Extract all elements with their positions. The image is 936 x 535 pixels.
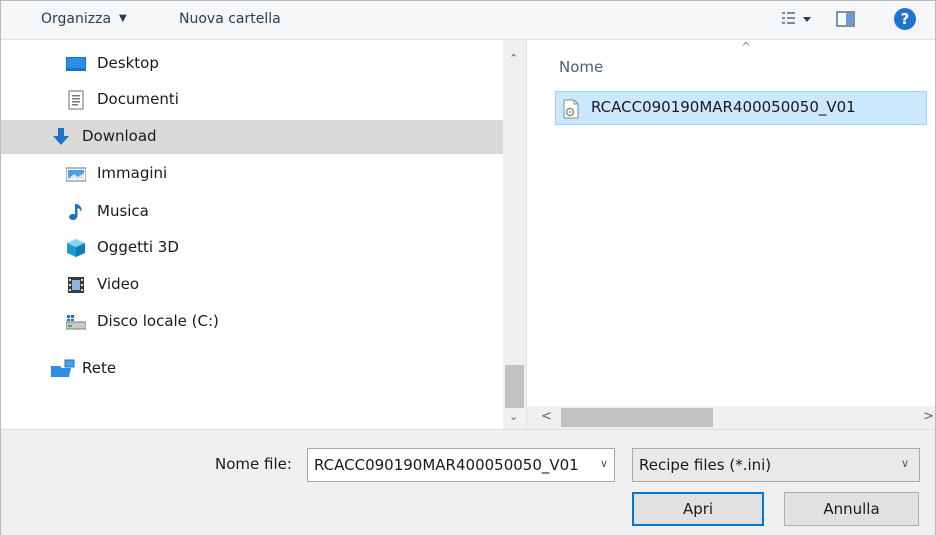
chevron-down-icon: ∨ (900, 457, 909, 470)
nav-item-label: Download (82, 127, 157, 145)
pictures-icon (66, 167, 86, 182)
desktop-icon (66, 57, 86, 71)
chevron-down-icon[interactable]: ∨ (600, 457, 608, 470)
cancel-button[interactable]: Annulla (784, 492, 919, 526)
local-disk-icon (66, 315, 86, 330)
nav-item-label: Disco locale (C:) (97, 312, 219, 330)
file-name: RCACC090190MAR400050050_V01 (591, 98, 856, 116)
nav-item-label: Oggetti 3D (97, 238, 179, 256)
nav-item-3d-objects[interactable]: Oggetti 3D (1, 231, 503, 265)
help-icon[interactable]: ? (894, 8, 916, 30)
column-header-name[interactable]: Nome (559, 58, 603, 76)
nav-item-label: Desktop (97, 54, 159, 72)
download-icon (53, 128, 69, 145)
scroll-right-icon[interactable]: > (923, 409, 934, 424)
nav-item-label: Rete (82, 359, 117, 377)
preview-pane-icon (836, 11, 855, 27)
scroll-left-icon[interactable]: < (541, 409, 552, 424)
file-list-item[interactable]: RCACC090190MAR400050050_V01 (555, 91, 927, 125)
organize-label: Organizza (41, 11, 112, 27)
navigation-pane: Desktop Documenti Download Immagini Musi… (1, 40, 526, 429)
file-type-value: Recipe files (*.ini) (639, 456, 772, 474)
view-options-icon (782, 12, 811, 24)
file-list-horizontal-scrollbar[interactable]: < > (527, 406, 935, 429)
nav-item-music[interactable]: Musica (1, 195, 503, 229)
change-view-button[interactable] (781, 10, 815, 30)
file-open-dialog: Organizza ▼ Nuova cartella ? Desktop Doc… (0, 0, 936, 535)
file-name-label: Nome file: (215, 455, 292, 473)
nav-item-label: Video (97, 275, 140, 293)
open-button[interactable]: Apri (632, 492, 764, 526)
nav-item-label: Musica (97, 202, 149, 220)
nav-item-network[interactable]: Rete (1, 352, 503, 386)
scroll-down-icon[interactable]: ⌄ (509, 410, 518, 423)
sort-ascending-icon: ^ (741, 40, 752, 54)
toolbar: Organizza ▼ Nuova cartella ? (1, 1, 935, 40)
organize-button[interactable]: Organizza ▼ (41, 11, 127, 27)
new-folder-button[interactable]: Nuova cartella (179, 11, 281, 27)
file-type-select[interactable]: Recipe files (*.ini) ∨ (632, 448, 920, 482)
nav-item-documents[interactable]: Documenti (1, 83, 503, 117)
nav-item-download[interactable]: Download (1, 120, 503, 154)
network-icon (51, 359, 75, 377)
video-icon (68, 277, 84, 293)
dialog-footer: Nome file: RCACC090190MAR400050050_V01 ∨… (1, 429, 935, 535)
navigation-scrollbar[interactable]: ⌃ ⌄ (503, 40, 526, 429)
preview-pane-button[interactable] (834, 9, 858, 31)
file-name-input[interactable]: RCACC090190MAR400050050_V01 ∨ (307, 448, 615, 482)
chevron-down-icon: ▼ (119, 13, 127, 24)
scrollbar-thumb[interactable] (561, 408, 713, 427)
documents-icon (68, 90, 84, 110)
file-name-value: RCACC090190MAR400050050_V01 (314, 456, 579, 474)
file-list-pane: ^ Nome RCACC090190MAR400050050_V01 (527, 40, 935, 429)
nav-item-desktop[interactable]: Desktop (1, 47, 503, 81)
nav-item-pictures[interactable]: Immagini (1, 157, 503, 191)
music-icon (69, 204, 82, 220)
nav-item-label: Immagini (97, 164, 168, 182)
nav-item-video[interactable]: Video (1, 268, 503, 302)
scroll-up-icon[interactable]: ⌃ (509, 52, 518, 65)
settings-file-icon (563, 99, 579, 119)
nav-item-label: Documenti (97, 90, 179, 108)
nav-item-local-disk[interactable]: Disco locale (C:) (1, 305, 503, 339)
3d-objects-icon (67, 239, 85, 257)
scrollbar-thumb[interactable] (505, 365, 524, 408)
